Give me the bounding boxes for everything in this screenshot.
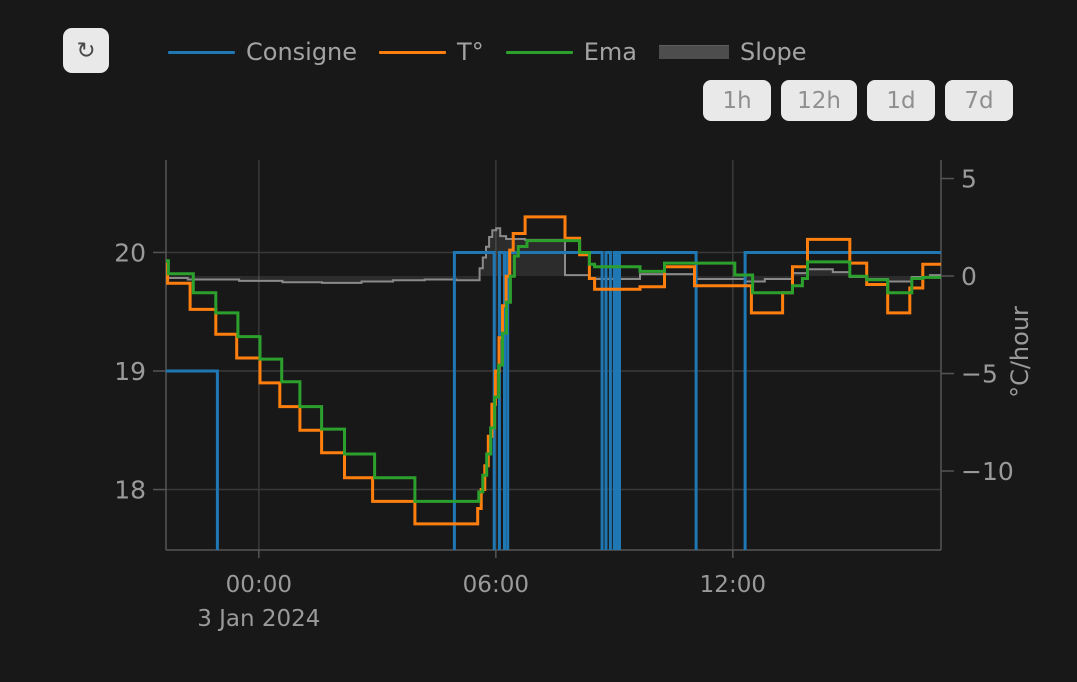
legend-label-consigne: Consigne — [246, 40, 357, 64]
consigne-line-swatch — [168, 51, 235, 54]
legend-item-temperature[interactable]: T° — [379, 40, 484, 64]
legend-label-ema: Ema — [584, 40, 637, 64]
right-tick-label: 5 — [961, 165, 977, 194]
ema-line-swatch — [506, 51, 573, 54]
right-axis-title: °C/hour — [1006, 306, 1034, 398]
left-tick-label: 18 — [114, 476, 146, 505]
left-tick-label: 19 — [114, 357, 146, 386]
range-button-1h[interactable]: 1h — [703, 80, 771, 121]
gridlines — [166, 160, 941, 550]
range-button-1d[interactable]: 1d — [867, 80, 935, 121]
legend-item-consigne[interactable]: Consigne — [168, 40, 357, 64]
x-tick-label: 06:00 — [463, 572, 529, 598]
right-tick-label: 0 — [961, 262, 977, 291]
consigne-line — [166, 253, 941, 609]
slope-band-swatch — [659, 45, 729, 59]
x-tick-label: 00:00 — [226, 572, 292, 598]
temperature-line-swatch — [379, 51, 446, 54]
range-button-group: 1h 12h 1d 7d — [703, 80, 1013, 121]
x-axis-date-label: 3 Jan 2024 — [197, 606, 320, 632]
legend-label-slope: Slope — [740, 40, 807, 64]
right-tick-label: −5 — [961, 360, 998, 389]
x-tick-label: 12:00 — [700, 572, 766, 598]
range-button-12h[interactable]: 12h — [781, 80, 857, 121]
slope-area-fill — [166, 228, 941, 283]
axes: 20 19 18 5 0 −5 −10 00:00 06:00 12:00 3 Jan 2024 °C… — [114, 160, 1034, 632]
legend-item-ema[interactable]: Ema — [506, 40, 637, 64]
legend-label-temperature: T° — [457, 40, 484, 64]
right-tick-label: −10 — [961, 457, 1014, 486]
left-tick-label: 20 — [114, 238, 146, 267]
legend-item-slope[interactable]: Slope — [659, 40, 807, 64]
range-button-7d[interactable]: 7d — [945, 80, 1013, 121]
chart-legend: Consigne T° Ema Slope — [168, 37, 807, 67]
